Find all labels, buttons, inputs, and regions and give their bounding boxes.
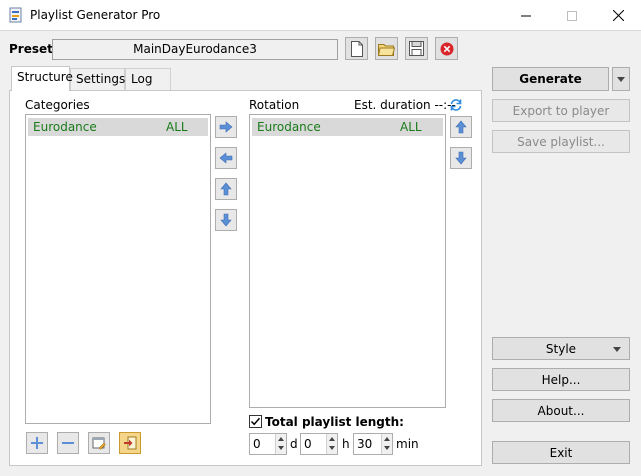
days-unit: d: [290, 437, 298, 451]
plus-icon: [31, 437, 43, 449]
add-to-rotation-button[interactable]: [215, 116, 237, 138]
rotation-category-name: Eurodance: [257, 120, 321, 134]
rotation-list[interactable]: Eurodance ALL: [249, 114, 446, 408]
minutes-value: 30: [357, 437, 373, 451]
open-preset-button[interactable]: [375, 37, 398, 60]
rotation-label: Rotation: [249, 98, 300, 112]
tab-settings[interactable]: Settings: [70, 68, 125, 90]
maximize-button[interactable]: [549, 0, 595, 31]
generate-button[interactable]: Generate: [492, 67, 609, 91]
minutes-stepper[interactable]: 30: [353, 433, 393, 455]
hours-value: 0: [304, 437, 312, 451]
hours-spin-buttons[interactable]: [326, 434, 337, 454]
new-preset-button[interactable]: [345, 37, 368, 60]
delete-preset-button[interactable]: [435, 37, 458, 60]
help-button[interactable]: Help...: [492, 368, 630, 391]
save-playlist-button[interactable]: Save playlist...: [492, 130, 630, 153]
categories-list[interactable]: Eurodance ALL: [25, 114, 211, 424]
title-bar: Playlist Generator Pro: [0, 0, 641, 31]
category-value: ALL: [166, 120, 188, 134]
import-category-button[interactable]: [119, 432, 141, 454]
minimize-button[interactable]: [503, 0, 549, 31]
hours-stepper[interactable]: 0: [300, 433, 338, 455]
rotation-move-down-button[interactable]: [450, 147, 472, 169]
generate-dropdown-button[interactable]: [612, 67, 630, 91]
arrow-right-icon: [219, 121, 233, 133]
preset-name-field[interactable]: MainDayEurodance3: [52, 39, 338, 60]
style-label: Style: [545, 341, 577, 356]
new-document-icon: [350, 40, 363, 57]
arrow-up-icon: [220, 182, 232, 196]
preset-label: Preset: [9, 42, 53, 56]
checkmark-icon: [250, 417, 261, 426]
arrow-down-icon: [220, 213, 232, 227]
rotation-category-value: ALL: [400, 120, 422, 134]
total-length-checkbox[interactable]: [249, 415, 262, 428]
minimize-icon: [521, 15, 531, 16]
total-length-label: Total playlist length:: [265, 415, 404, 429]
arrow-up-icon: [455, 120, 467, 134]
tab-log[interactable]: Log: [125, 68, 171, 90]
category-name: Eurodance: [33, 120, 97, 134]
about-button[interactable]: About...: [492, 399, 630, 422]
category-move-down-button[interactable]: [215, 209, 237, 231]
days-spin-buttons[interactable]: [275, 434, 286, 454]
rotation-move-up-button[interactable]: [450, 116, 472, 138]
delete-icon: [440, 42, 453, 55]
minutes-spin-buttons[interactable]: [381, 434, 392, 454]
save-preset-button[interactable]: [405, 37, 428, 60]
import-icon: [124, 436, 137, 450]
category-move-up-button[interactable]: [215, 178, 237, 200]
list-item[interactable]: Eurodance ALL: [28, 118, 208, 136]
folder-open-icon: [378, 43, 395, 56]
arrow-left-icon: [219, 152, 233, 164]
tab-structure[interactable]: Structure: [11, 66, 73, 91]
edit-icon: [92, 437, 106, 450]
days-stepper[interactable]: 0: [249, 433, 287, 455]
chevron-down-icon: [617, 76, 625, 82]
list-item[interactable]: Eurodance ALL: [252, 118, 443, 136]
maximize-icon: [567, 10, 577, 21]
minutes-unit: min: [396, 437, 419, 451]
export-to-player-button[interactable]: Export to player: [492, 99, 630, 122]
arrow-down-icon: [455, 151, 467, 165]
chevron-down-icon: [613, 347, 621, 352]
close-window-button[interactable]: [595, 0, 641, 31]
style-button[interactable]: Style: [492, 337, 630, 360]
categories-label: Categories: [25, 98, 90, 112]
window-title: Playlist Generator Pro: [30, 8, 161, 22]
save-icon: [409, 41, 424, 56]
hours-unit: h: [342, 437, 350, 451]
close-icon: [612, 10, 624, 21]
days-value: 0: [253, 437, 261, 451]
remove-category-button[interactable]: [57, 432, 79, 454]
refresh-icon[interactable]: [449, 98, 463, 112]
edit-category-button[interactable]: [88, 432, 110, 454]
app-icon: [9, 7, 22, 23]
exit-button[interactable]: Exit: [492, 441, 630, 464]
estimated-duration: Est. duration --:--: [354, 98, 456, 112]
minus-icon: [62, 442, 74, 444]
remove-from-rotation-button[interactable]: [215, 147, 237, 169]
add-category-button[interactable]: [26, 432, 48, 454]
